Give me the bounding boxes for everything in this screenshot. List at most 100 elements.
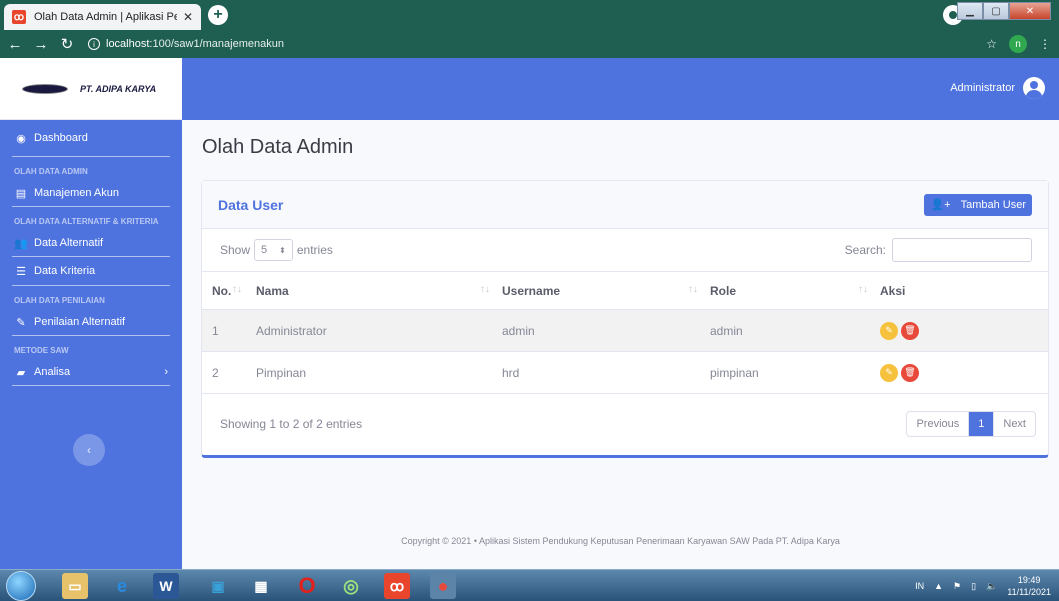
- cell-no: 2: [202, 351, 256, 394]
- profile-avatar[interactable]: n: [1009, 35, 1027, 53]
- maximize-icon[interactable]: ▢: [983, 2, 1009, 20]
- search-label: Search:: [844, 243, 886, 257]
- explorer-icon[interactable]: ▭: [62, 573, 88, 599]
- sidebar: PT. ADIPA KARYA ◉ Dashboard OLAH DATA AD…: [0, 58, 182, 569]
- user-edit-icon: ✎: [16, 316, 26, 329]
- flag-icon[interactable]: ⚑: [953, 581, 961, 592]
- entries-value: 5: [261, 244, 268, 256]
- delete-button[interactable]: 🗑: [901, 363, 919, 382]
- app-icon[interactable]: ▣: [205, 573, 231, 599]
- delete-button[interactable]: 🗑: [901, 321, 919, 340]
- volume-icon[interactable]: 🔈: [986, 581, 997, 592]
- address-bar: ← → ↻ i localhost :100/saw1/manajemenaku…: [0, 30, 1059, 58]
- user-plus-icon: 👤+: [930, 199, 951, 211]
- tab-close-icon[interactable]: ✕: [183, 10, 193, 24]
- edit-button[interactable]: ✎: [880, 321, 898, 340]
- language-indicator[interactable]: IN: [915, 581, 924, 591]
- user-name: Administrator: [950, 82, 1015, 94]
- sidebar-heading: METODE SAW: [14, 346, 69, 355]
- sort-icon: ↑↓: [858, 284, 868, 295]
- reload-icon[interactable]: ↻: [56, 35, 78, 53]
- clock-date: 11/11/2021: [1007, 587, 1051, 597]
- window-controls: ▁ ▢ ✕: [957, 2, 1051, 20]
- select-arrows-icon: ⬍: [279, 245, 286, 255]
- sidebar-toggle-button[interactable]: ‹: [73, 434, 105, 466]
- search-input[interactable]: [892, 238, 1032, 262]
- page-title: Olah Data Admin: [202, 136, 354, 158]
- sort-icon: ↑↓: [480, 284, 490, 295]
- clock-time: 19:49: [1017, 575, 1041, 585]
- windows-taskbar: ▭ e W ▣ ▦ O ◎ ꝏ ● IN ▲ ⚑ ▯ 🔈 19:49 11/11…: [0, 569, 1059, 601]
- cell-aksi: ✎ 🗑: [880, 309, 1048, 352]
- column-header-aksi: Aksi: [880, 271, 1048, 310]
- sidebar-item-label: Manajemen Akun: [34, 187, 119, 199]
- tray-arrow-icon[interactable]: ▲: [934, 581, 943, 591]
- sidebar-item-data-alternatif[interactable]: 👥 Data Alternatif: [0, 230, 182, 256]
- column-header-no[interactable]: No. ↑↓: [202, 271, 256, 310]
- sidebar-item-manajemen-akun[interactable]: ▤ Manajemen Akun: [0, 180, 182, 206]
- cell-nama: Administrator: [256, 309, 502, 352]
- entries-select[interactable]: 5 ⬍: [254, 239, 293, 261]
- pagination: Previous 1 Next: [906, 411, 1036, 437]
- cell-nama: Pimpinan: [256, 351, 502, 394]
- browser-menu-icon[interactable]: ⋮: [1039, 37, 1051, 51]
- sidebar-item-dashboard[interactable]: ◉ Dashboard: [0, 120, 182, 156]
- folder-icon: ▰: [16, 366, 26, 379]
- cell-role: pimpinan: [710, 351, 880, 394]
- copyright-footer: Copyright © 2021 • Aplikasi Sistem Pendu…: [401, 536, 840, 546]
- cell-role: admin: [710, 309, 880, 352]
- tachometer-icon: ◉: [16, 132, 26, 145]
- column-header-username[interactable]: Username ↑↓: [502, 271, 710, 310]
- sidebar-heading: OLAH DATA PENILAIAN: [14, 296, 105, 305]
- sidebar-heading: OLAH DATA ALTERNATIF & KRITERIA: [14, 217, 159, 226]
- info-icon[interactable]: i: [88, 38, 100, 50]
- topbar: Administrator: [182, 58, 1059, 120]
- browser-app-icon[interactable]: ◎: [338, 573, 364, 599]
- browser-tab[interactable]: ꝏ Olah Data Admin | Aplikasi Pener ✕: [4, 4, 201, 30]
- url-path: :100/saw1/manajemenakun: [149, 38, 284, 50]
- cell-username: hrd: [502, 351, 710, 394]
- minimize-icon[interactable]: ▁: [957, 2, 983, 20]
- sidebar-item-penilaian-alternatif[interactable]: ✎ Penilaian Alternatif: [0, 309, 182, 335]
- column-header-nama[interactable]: Nama ↑↓: [256, 271, 502, 310]
- calculator-icon[interactable]: ▦: [248, 573, 274, 599]
- bookmark-star-icon[interactable]: ☆: [986, 37, 997, 51]
- start-button-icon[interactable]: [6, 571, 36, 601]
- table-info: Showing 1 to 2 of 2 entries: [220, 417, 363, 431]
- add-user-button[interactable]: 👤+ Tambah User: [924, 193, 1032, 216]
- back-icon[interactable]: ←: [4, 36, 26, 53]
- prev-page-button[interactable]: Previous: [907, 412, 970, 436]
- entries-label: entries: [296, 243, 333, 257]
- user-dropdown[interactable]: Administrator: [950, 77, 1045, 99]
- opera-icon[interactable]: O: [294, 573, 320, 599]
- cell-aksi: ✎ 🗑: [880, 351, 1048, 394]
- browser-tabbar: ꝏ Olah Data Admin | Aplikasi Pener ✕ + ▁…: [0, 0, 1059, 30]
- sort-icon: ↑↓: [688, 284, 698, 295]
- new-tab-button[interactable]: +: [208, 5, 228, 25]
- word-icon[interactable]: W: [153, 573, 179, 599]
- sidebar-item-analisa[interactable]: ▰ Analisa ›: [0, 359, 182, 385]
- user-avatar-icon: [1023, 77, 1045, 99]
- show-label: Show: [220, 243, 251, 257]
- brand-name: PT. ADIPA KARYA: [80, 83, 157, 94]
- brand-logo-icon: [22, 83, 68, 94]
- card-title: Data User: [218, 196, 284, 213]
- forward-icon[interactable]: →: [30, 36, 52, 53]
- page-1-button[interactable]: 1: [969, 412, 995, 436]
- next-page-button[interactable]: Next: [994, 412, 1035, 436]
- sidebar-item-data-kriteria[interactable]: ☰ Data Kriteria: [0, 257, 182, 285]
- window-close-icon[interactable]: ✕: [1009, 2, 1051, 20]
- clock[interactable]: 19:49 11/11/2021: [1007, 574, 1051, 598]
- url-field[interactable]: i localhost :100/saw1/manajemenakun: [88, 38, 284, 50]
- table-footer: Showing 1 to 2 of 2 entries Previous 1 N…: [202, 394, 1048, 454]
- chrome-icon[interactable]: ●: [430, 573, 456, 599]
- sidebar-item-label: Penilaian Alternatif: [34, 316, 126, 328]
- internet-explorer-icon[interactable]: e: [109, 573, 135, 599]
- xampp-icon[interactable]: ꝏ: [384, 573, 410, 599]
- sidebar-item-label: Analisa: [34, 366, 71, 378]
- brand[interactable]: PT. ADIPA KARYA: [0, 58, 182, 120]
- edit-button[interactable]: ✎: [880, 363, 898, 382]
- users-icon: 👥: [14, 237, 28, 250]
- battery-icon[interactable]: ▯: [971, 581, 976, 592]
- column-header-role[interactable]: Role ↑↓: [710, 271, 880, 310]
